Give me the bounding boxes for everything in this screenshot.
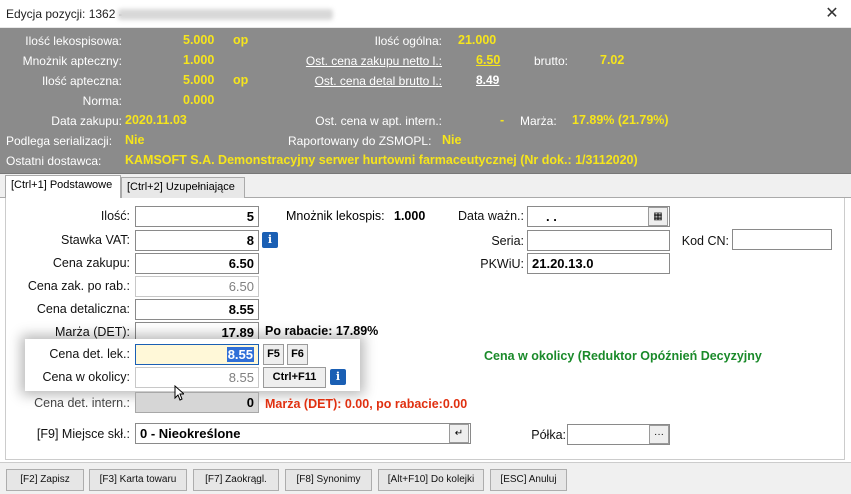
ilosc-label: Ilość: <box>100 209 130 223</box>
ostatni-dostawca-value: KAMSOFT S.A. Demonstracyjny serwer hurto… <box>125 153 638 167</box>
ilosc-ogolna-label: Ilość ogólna: <box>374 34 442 48</box>
cena-det-lek-selected-value: 8.55 <box>226 347 254 362</box>
cena-zak-po-rab-field: 6.50 <box>135 276 259 297</box>
data-zakupu-value: 2020.11.03 <box>125 113 187 127</box>
tab-bar: [Ctrl+1] Podstawowe [Ctrl+2] Uzupełniają… <box>0 174 851 199</box>
mnoznik-lekospis-label: Mnożnik lekospis: <box>286 209 385 223</box>
cena-zakupu-label: Cena zakupu: <box>52 256 130 270</box>
title-blurred-text <box>118 9 333 20</box>
miejsce-skl-label: [F9] Miejsce skł.: <box>36 427 130 441</box>
miejsce-skl-field[interactable]: 0 - Nieokreślone <box>135 423 471 444</box>
ilosc-field[interactable]: 5 <box>135 206 259 227</box>
podlega-serializacji-value: Nie <box>125 133 145 147</box>
miejsce-skl-select-icon[interactable]: ↵ <box>449 424 469 443</box>
data-wazn-value: . . <box>546 209 557 224</box>
ost-cena-detal-link[interactable]: Ost. cena detal brutto l.: <box>315 74 442 88</box>
brutto-value: 7.02 <box>600 53 625 67</box>
zaokragl-button[interactable]: [F7] Zaokrągl. <box>193 469 279 491</box>
cena-zakupu-field[interactable]: 6.50 <box>135 253 259 274</box>
window-title: Edycja pozycji: 1362 - <box>6 7 123 21</box>
data-zakupu-label: Data zakupu: <box>51 114 122 128</box>
tab-podstawowe[interactable]: [Ctrl+1] Podstawowe <box>5 175 121 199</box>
ilosc-ogolna-value: 21.000 <box>458 33 497 47</box>
anuluj-button[interactable]: [ESC] Anuluj <box>490 469 567 491</box>
ilosc-lekospisowa-value: 5.000 <box>183 33 215 47</box>
cena-detaliczna-label: Cena detaliczna: <box>36 302 130 316</box>
cena-w-okolicy-info-icon[interactable]: i <box>330 369 346 385</box>
cena-w-okolicy-note: Cena w okolicy (Reduktor Opóźnień Decyzy… <box>484 349 762 363</box>
norma-value: 0.000 <box>183 93 215 107</box>
cena-det-lek-label: Cena det. lek.: <box>49 347 130 361</box>
mouse-cursor-icon <box>174 385 184 401</box>
ostatni-dostawca-label: Ostatni dostawca: <box>6 154 102 168</box>
bottom-button-bar: [F2] Zapisz [F3] Karta towaru [F7] Zaokr… <box>0 462 851 494</box>
cena-det-intern-field: 0 <box>135 392 259 413</box>
info-panel: Ilość lekospisowa: 5.000 op Mnożnik apte… <box>0 28 851 174</box>
karta-towaru-button[interactable]: [F3] Karta towaru <box>89 469 187 491</box>
cena-det-intern-label: Cena det. intern.: <box>34 396 130 410</box>
podlega-serializacji-label: Podlega serializacji: <box>6 134 113 148</box>
ost-cena-detal-value: 8.49 <box>476 73 500 87</box>
ilosc-lekospisowa-unit: op <box>233 33 249 47</box>
ost-cena-zakupu-link[interactable]: Ost. cena zakupu netto l.: <box>306 54 442 68</box>
polka-label: Półka: <box>531 428 566 442</box>
stawka-vat-info-icon[interactable]: i <box>262 232 278 248</box>
f6-button[interactable]: F6 <box>287 344 308 365</box>
seria-label: Seria: <box>491 234 524 248</box>
cena-detaliczna-field[interactable]: 8.55 <box>135 299 259 320</box>
synonimy-button[interactable]: [F8] Synonimy <box>285 469 372 491</box>
kod-cn-field[interactable] <box>732 229 832 250</box>
stawka-vat-label: Stawka VAT: <box>60 233 130 247</box>
close-icon[interactable]: ✕ <box>819 2 845 26</box>
ilosc-apteczna-label: Ilość apteczna: <box>41 74 122 88</box>
marza-label: Marża: <box>520 114 557 128</box>
pkwiu-field[interactable]: 21.20.13.0 <box>527 253 670 274</box>
marza-det-label: Marża (DET): <box>55 325 130 339</box>
norma-label: Norma: <box>82 94 122 108</box>
po-rabacie-text: Po rabacie: 17.89% <box>265 324 379 338</box>
polka-ellipsis-icon[interactable]: ··· <box>649 425 669 444</box>
ost-cena-apt-value: - <box>500 113 505 127</box>
raportowany-value: Nie <box>442 133 462 147</box>
ilosc-apteczna-value: 5.000 <box>183 73 215 87</box>
tab-uzupelniajace[interactable]: [Ctrl+2] Uzupełniające <box>121 177 245 198</box>
cena-w-okolicy-label: Cena w okolicy: <box>42 370 130 384</box>
data-wazn-label: Data ważn.: <box>457 209 524 223</box>
pkwiu-label: PKWiU: <box>480 257 524 271</box>
cena-zak-po-rab-label: Cena zak. po rab.: <box>27 279 130 293</box>
brutto-label: brutto: <box>534 54 569 68</box>
zapisz-button[interactable]: [F2] Zapisz <box>6 469 84 491</box>
cena-w-okolicy-field: 8.55 <box>135 367 259 388</box>
stawka-vat-field[interactable]: 8 <box>135 230 259 251</box>
ilosc-apteczna-unit: op <box>233 73 249 87</box>
calendar-icon[interactable]: ▦ <box>648 207 668 226</box>
marza-value: 17.89% (21.79%) <box>572 113 669 127</box>
do-kolejki-button[interactable]: [Alt+F10] Do kolejki <box>378 469 484 491</box>
ilosc-lekospisowa-label: Ilość lekospisowa: <box>25 34 122 48</box>
mnoznik-lekospis-value: 1.000 <box>394 209 426 223</box>
marza-warning-text: Marża (DET): 0.00, po rabacie:0.00 <box>265 397 468 411</box>
cena-det-lek-field[interactable]: 8.55 <box>135 344 259 365</box>
mnoznik-apteczny-label: Mnożnik apteczny: <box>22 54 122 68</box>
seria-field[interactable] <box>527 230 670 251</box>
ost-cena-apt-label: Ost. cena w apt. intern.: <box>315 114 442 128</box>
kod-cn-label: Kod CN: <box>681 234 729 248</box>
f5-button[interactable]: F5 <box>263 344 284 365</box>
mnoznik-apteczny-value: 1.000 <box>183 53 215 67</box>
raportowany-label: Raportowany do ZSMOPL: <box>288 134 432 148</box>
title-bar: Edycja pozycji: 1362 - ✕ <box>0 0 851 28</box>
ost-cena-zakupu-value: 6.50 <box>476 53 501 67</box>
ctrl-f11-button[interactable]: Ctrl+F11 <box>263 367 326 388</box>
